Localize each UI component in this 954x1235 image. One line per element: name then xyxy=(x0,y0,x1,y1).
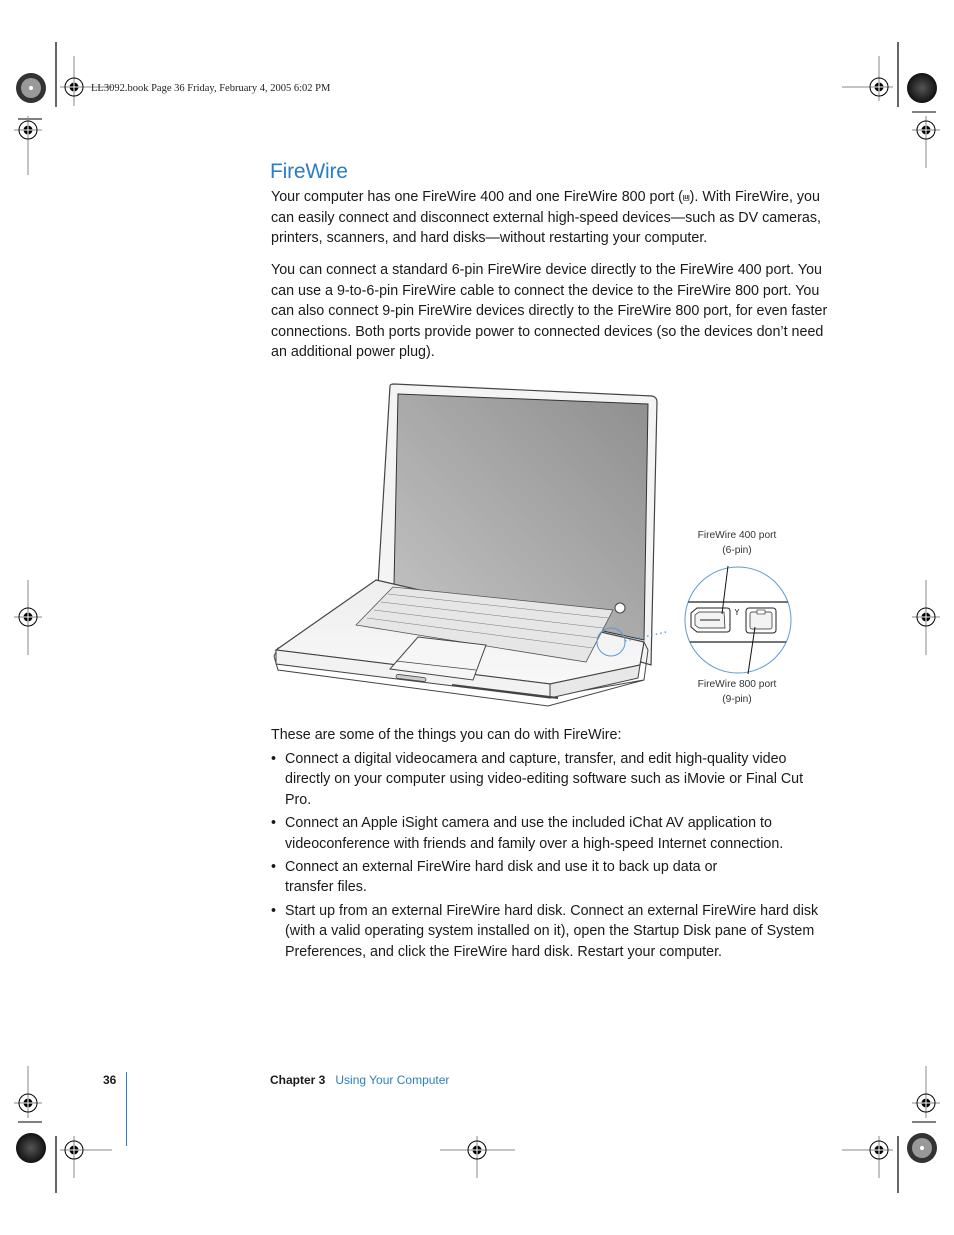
callout-firewire-800: FireWire 800 port (9-pin) xyxy=(682,677,792,707)
bullet-icon: • xyxy=(271,815,277,832)
bullet-icon: • xyxy=(271,902,277,919)
bullet-icon: • xyxy=(271,751,277,767)
color-target-icon xyxy=(907,73,937,103)
callout-fw400-name: FireWire 400 port xyxy=(697,530,777,541)
list-item-text: Connect an external FireWire hard disk a… xyxy=(285,859,718,896)
chapter-title: Using Your Computer xyxy=(335,1073,450,1087)
port-detail-diagram: Y xyxy=(684,565,792,675)
list-item-text: Start up from an external FireWire hard … xyxy=(285,902,819,960)
paragraph-intro-text-a: Your computer has one FireWire 400 and o… xyxy=(271,189,683,205)
page-number: 36 xyxy=(103,1073,117,1087)
paragraph-ports: You can connect a standard 6-pin FireWir… xyxy=(271,262,828,361)
list-item: • Connect an external FireWire hard disk … xyxy=(271,857,831,898)
running-footer: Chapter 3 Using Your Computer xyxy=(270,1073,449,1087)
list-item: • Start up from an external FireWire hard… xyxy=(271,901,831,962)
list-item: • Connect an Apple iSight camera and use … xyxy=(271,813,831,854)
list-item-text: Connect an Apple iSight camera and use t… xyxy=(285,815,784,852)
callout-fw800-pins: (9-pin) xyxy=(722,694,752,705)
list-item-text: Connect a digital videocamera and captur… xyxy=(285,751,804,808)
list-intro: These are some of the things you can do … xyxy=(271,727,622,743)
firewire-symbol-icon: Y xyxy=(734,608,740,617)
registration-mark-icon xyxy=(59,72,89,102)
print-slug: LL3092.book Page 36 Friday, February 4, … xyxy=(91,83,331,94)
callout-fw800-name: FireWire 800 port xyxy=(697,679,777,690)
callout-firewire-400: FireWire 400 port (6-pin) xyxy=(682,528,792,558)
firewire-800-port-icon xyxy=(745,607,777,634)
firewire-icon: ⩏ xyxy=(682,190,690,204)
laptop-illustration xyxy=(273,383,668,707)
feature-list: • Connect a digital videocamera and captu… xyxy=(271,749,831,965)
bullet-icon: • xyxy=(271,859,277,876)
section-heading: FireWire xyxy=(270,160,348,183)
chapter-label: Chapter 3 xyxy=(270,1073,326,1087)
list-item: • Connect a digital videocamera and captu… xyxy=(271,749,831,810)
callout-fw400-pins: (6-pin) xyxy=(722,545,752,556)
footer-divider xyxy=(126,1072,127,1146)
paragraph-intro: Your computer has one FireWire 400 and o… xyxy=(271,187,831,249)
firewire-400-port-icon xyxy=(690,607,731,633)
